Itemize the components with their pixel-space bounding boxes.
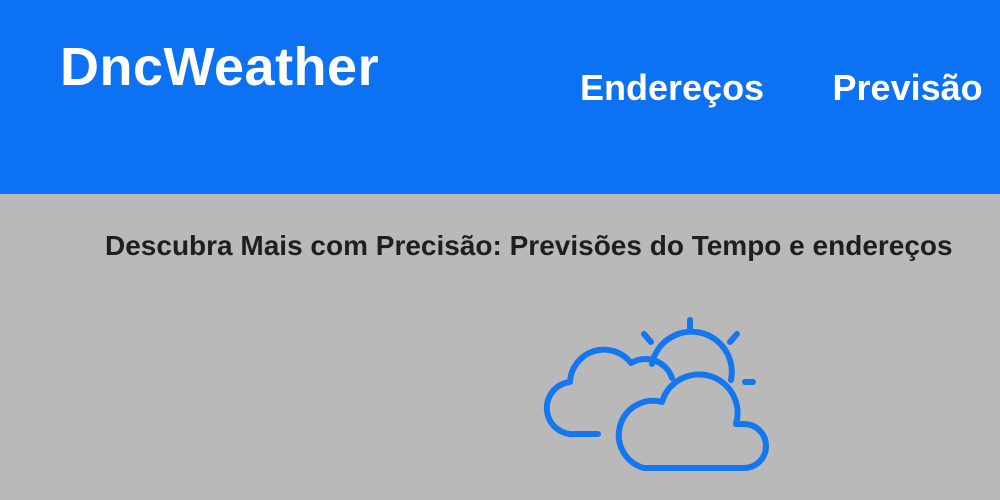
main-content: Descubra Mais com Precisão: Previsões do…	[0, 194, 1000, 500]
nav-link-previsao[interactable]: Previsão	[833, 66, 983, 110]
main-nav: Endereços Previsão	[580, 66, 1000, 110]
nav-link-enderecos[interactable]: Endereços	[580, 66, 764, 110]
partly-cloudy-icon	[543, 317, 769, 471]
brand-logo[interactable]: DncWeather	[60, 36, 379, 98]
site-header: DncWeather Endereços Previsão	[0, 0, 1000, 194]
page-headline: Descubra Mais com Precisão: Previsões do…	[105, 230, 953, 261]
